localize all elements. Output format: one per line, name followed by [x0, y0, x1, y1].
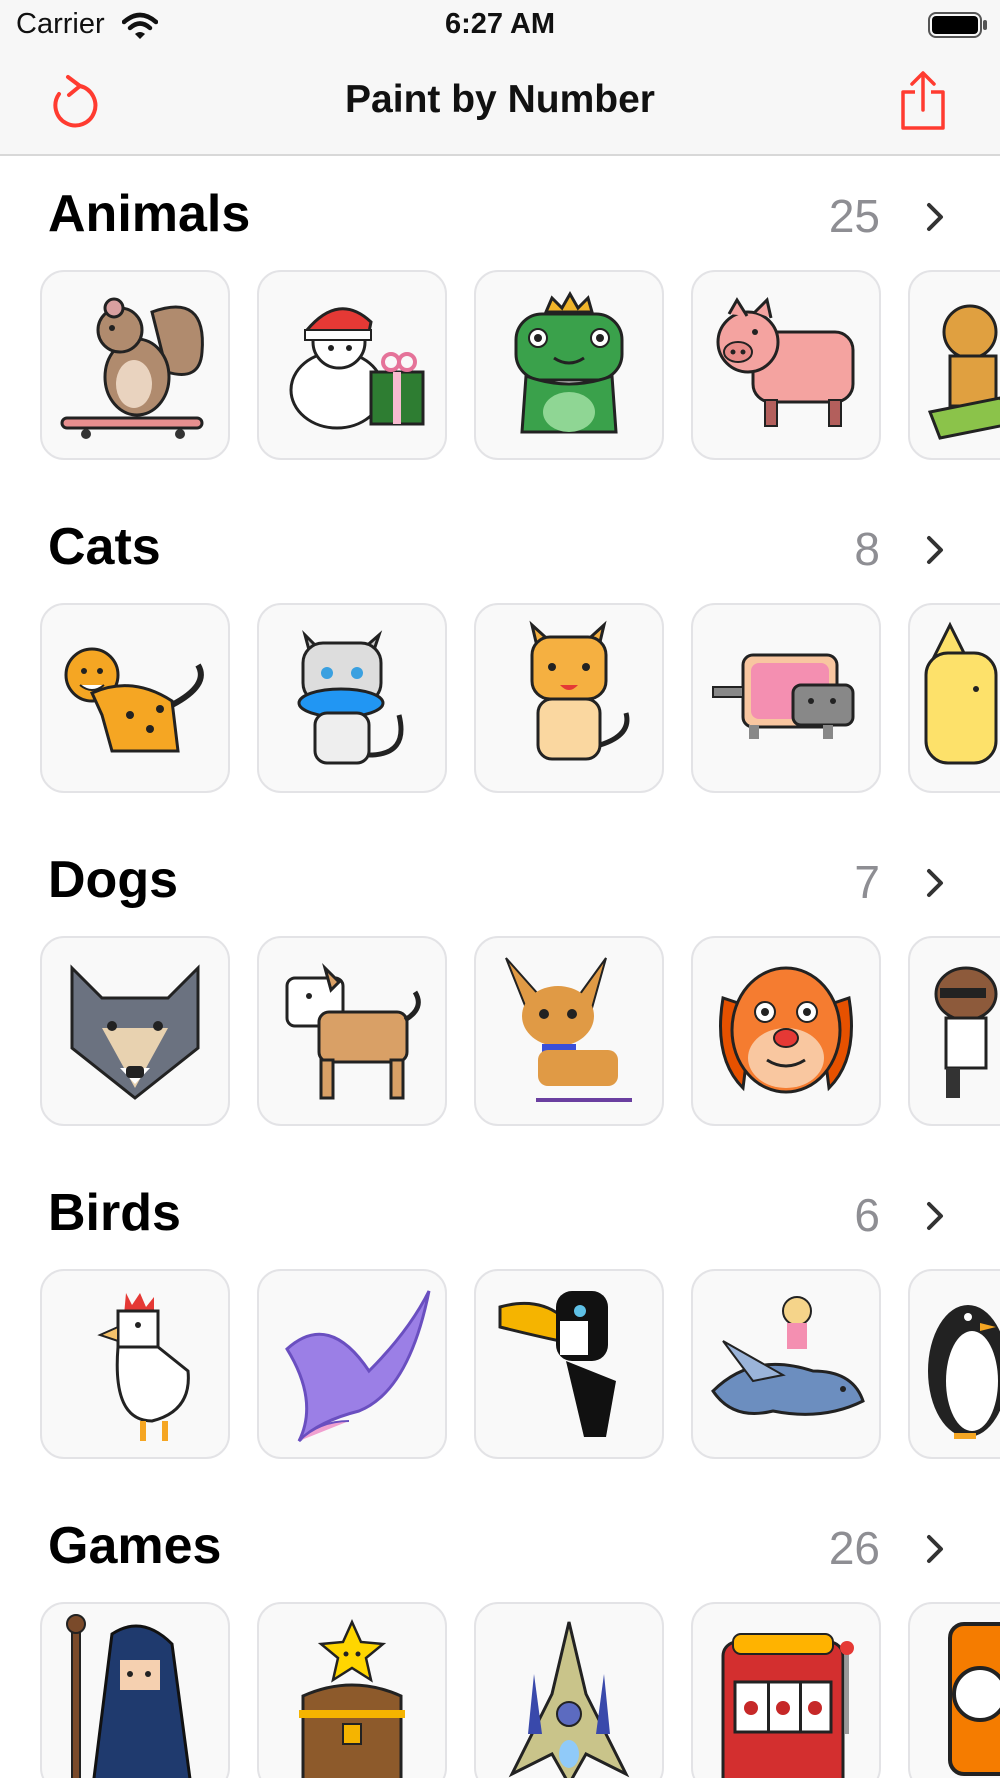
tabby-cat-icon	[529, 620, 630, 761]
section-title: Birds	[48, 1184, 181, 1242]
question-block-icon	[948, 1622, 1000, 1776]
thumbnail-white-cat[interactable]	[257, 603, 447, 793]
battery-icon	[928, 12, 987, 38]
thumbnail-girl-on-bird[interactable]	[691, 1269, 881, 1459]
thumbnail-frog[interactable]	[474, 270, 664, 460]
thumbnail-shiba[interactable]	[257, 936, 447, 1126]
section-title: Animals	[48, 185, 251, 243]
thumbnail-purple-dove[interactable]	[257, 1269, 447, 1459]
section-title: Dogs	[48, 851, 178, 909]
nyan-cat-icon	[712, 653, 855, 739]
thumbnail-chihuahua[interactable]	[474, 936, 664, 1126]
thumbnail-wolf[interactable]	[40, 936, 230, 1126]
page-title: Paint by Number	[345, 78, 655, 121]
thumbnail-floppy-dog[interactable]	[691, 936, 881, 1126]
thumbnail-deer[interactable]	[908, 270, 1000, 460]
chevron-right-icon	[927, 1535, 943, 1563]
penguin-icon	[928, 1305, 1000, 1439]
thumbnail-row[interactable]	[0, 603, 1000, 799]
chevron-right-icon	[927, 1202, 943, 1230]
thumbnail-spaceship[interactable]	[474, 1602, 664, 1778]
thumbnail-cool-dog[interactable]	[908, 936, 1000, 1126]
thumbnail-toucan[interactable]	[474, 1269, 664, 1459]
chevron-right-icon	[927, 203, 943, 231]
navigation-bar: Paint by Number	[0, 52, 1000, 156]
slot-machine-icon	[721, 1633, 854, 1778]
chihuahua-icon	[505, 957, 632, 1102]
section-games: Games 26	[0, 1488, 1000, 1778]
treasure-chest-icon	[299, 1618, 405, 1778]
section-cats: Cats 8	[0, 489, 1000, 823]
thumbnail-treasure-chest[interactable]	[257, 1602, 447, 1778]
status-bar: Carrier 6:27 AM	[0, 0, 1000, 52]
wolf-icon	[70, 964, 200, 1100]
section-header-dogs[interactable]: Dogs 7	[0, 822, 1000, 909]
share-button[interactable]	[890, 68, 956, 134]
category-list[interactable]: Animals 25 Cats 8 Dogs 7 Birds 6 Games 2…	[0, 156, 1000, 1778]
thumbnail-wizard[interactable]	[40, 1602, 230, 1778]
frog-icon	[514, 290, 624, 434]
section-dogs: Dogs 7	[0, 822, 1000, 1156]
section-birds: Birds 6	[0, 1155, 1000, 1489]
thumbnail-pig[interactable]	[691, 270, 881, 460]
section-header-games[interactable]: Games 26	[0, 1488, 1000, 1575]
shiba-icon	[285, 962, 421, 1100]
thumbnail-question-block[interactable]	[908, 1602, 1000, 1778]
section-header-animals[interactable]: Animals 25	[0, 156, 1000, 243]
section-header-cats[interactable]: Cats 8	[0, 489, 1000, 576]
chevron-right-icon	[927, 869, 943, 897]
section-title: Cats	[48, 518, 161, 576]
spaceship-icon	[508, 1621, 630, 1778]
yellow-cat-icon	[924, 621, 998, 765]
floppy-dog-icon	[719, 966, 853, 1094]
polar-bear-icon	[289, 307, 425, 430]
thumbnail-row[interactable]	[0, 270, 1000, 466]
thumbnail-row[interactable]	[0, 1602, 1000, 1778]
deer-icon	[927, 304, 1000, 440]
thumbnail-row[interactable]	[0, 1269, 1000, 1465]
chicken-icon	[97, 1293, 190, 1441]
thumbnail-leopard[interactable]	[40, 603, 230, 793]
thumbnail-yellow-cat[interactable]	[908, 603, 1000, 793]
girl-on-bird-icon	[711, 1296, 865, 1416]
section-count: 7	[854, 856, 880, 908]
thumbnail-nyan-cat[interactable]	[691, 603, 881, 793]
thumbnail-polar-bear[interactable]	[257, 270, 447, 460]
leopard-icon	[64, 647, 204, 753]
section-count: 25	[828, 190, 880, 242]
wizard-icon	[66, 1614, 192, 1778]
cool-dog-icon	[934, 966, 998, 1098]
pig-icon	[716, 297, 855, 427]
status-time: 6:27 AM	[444, 8, 556, 40]
thumbnail-row[interactable]	[0, 936, 1000, 1132]
chevron-right-icon	[927, 536, 943, 564]
section-count: 8	[854, 523, 880, 575]
section-header-birds[interactable]: Birds 6	[0, 1155, 1000, 1242]
thumbnail-squirrel-skateboard[interactable]	[40, 270, 230, 460]
section-count: 6	[854, 1189, 880, 1241]
toucan-icon	[498, 1291, 616, 1437]
squirrel-icon	[60, 297, 204, 439]
section-animals: Animals 25	[0, 156, 1000, 490]
thumbnail-tabby-cat[interactable]	[474, 603, 664, 793]
section-count: 26	[828, 1522, 880, 1574]
section-title: Games	[48, 1517, 222, 1575]
thumbnail-slot-machine[interactable]	[691, 1602, 881, 1778]
thumbnail-chicken[interactable]	[40, 1269, 230, 1459]
thumbnail-penguin[interactable]	[908, 1269, 1000, 1459]
share-icon	[901, 71, 945, 130]
dove-icon	[285, 1290, 431, 1443]
white-cat-icon	[297, 629, 404, 765]
